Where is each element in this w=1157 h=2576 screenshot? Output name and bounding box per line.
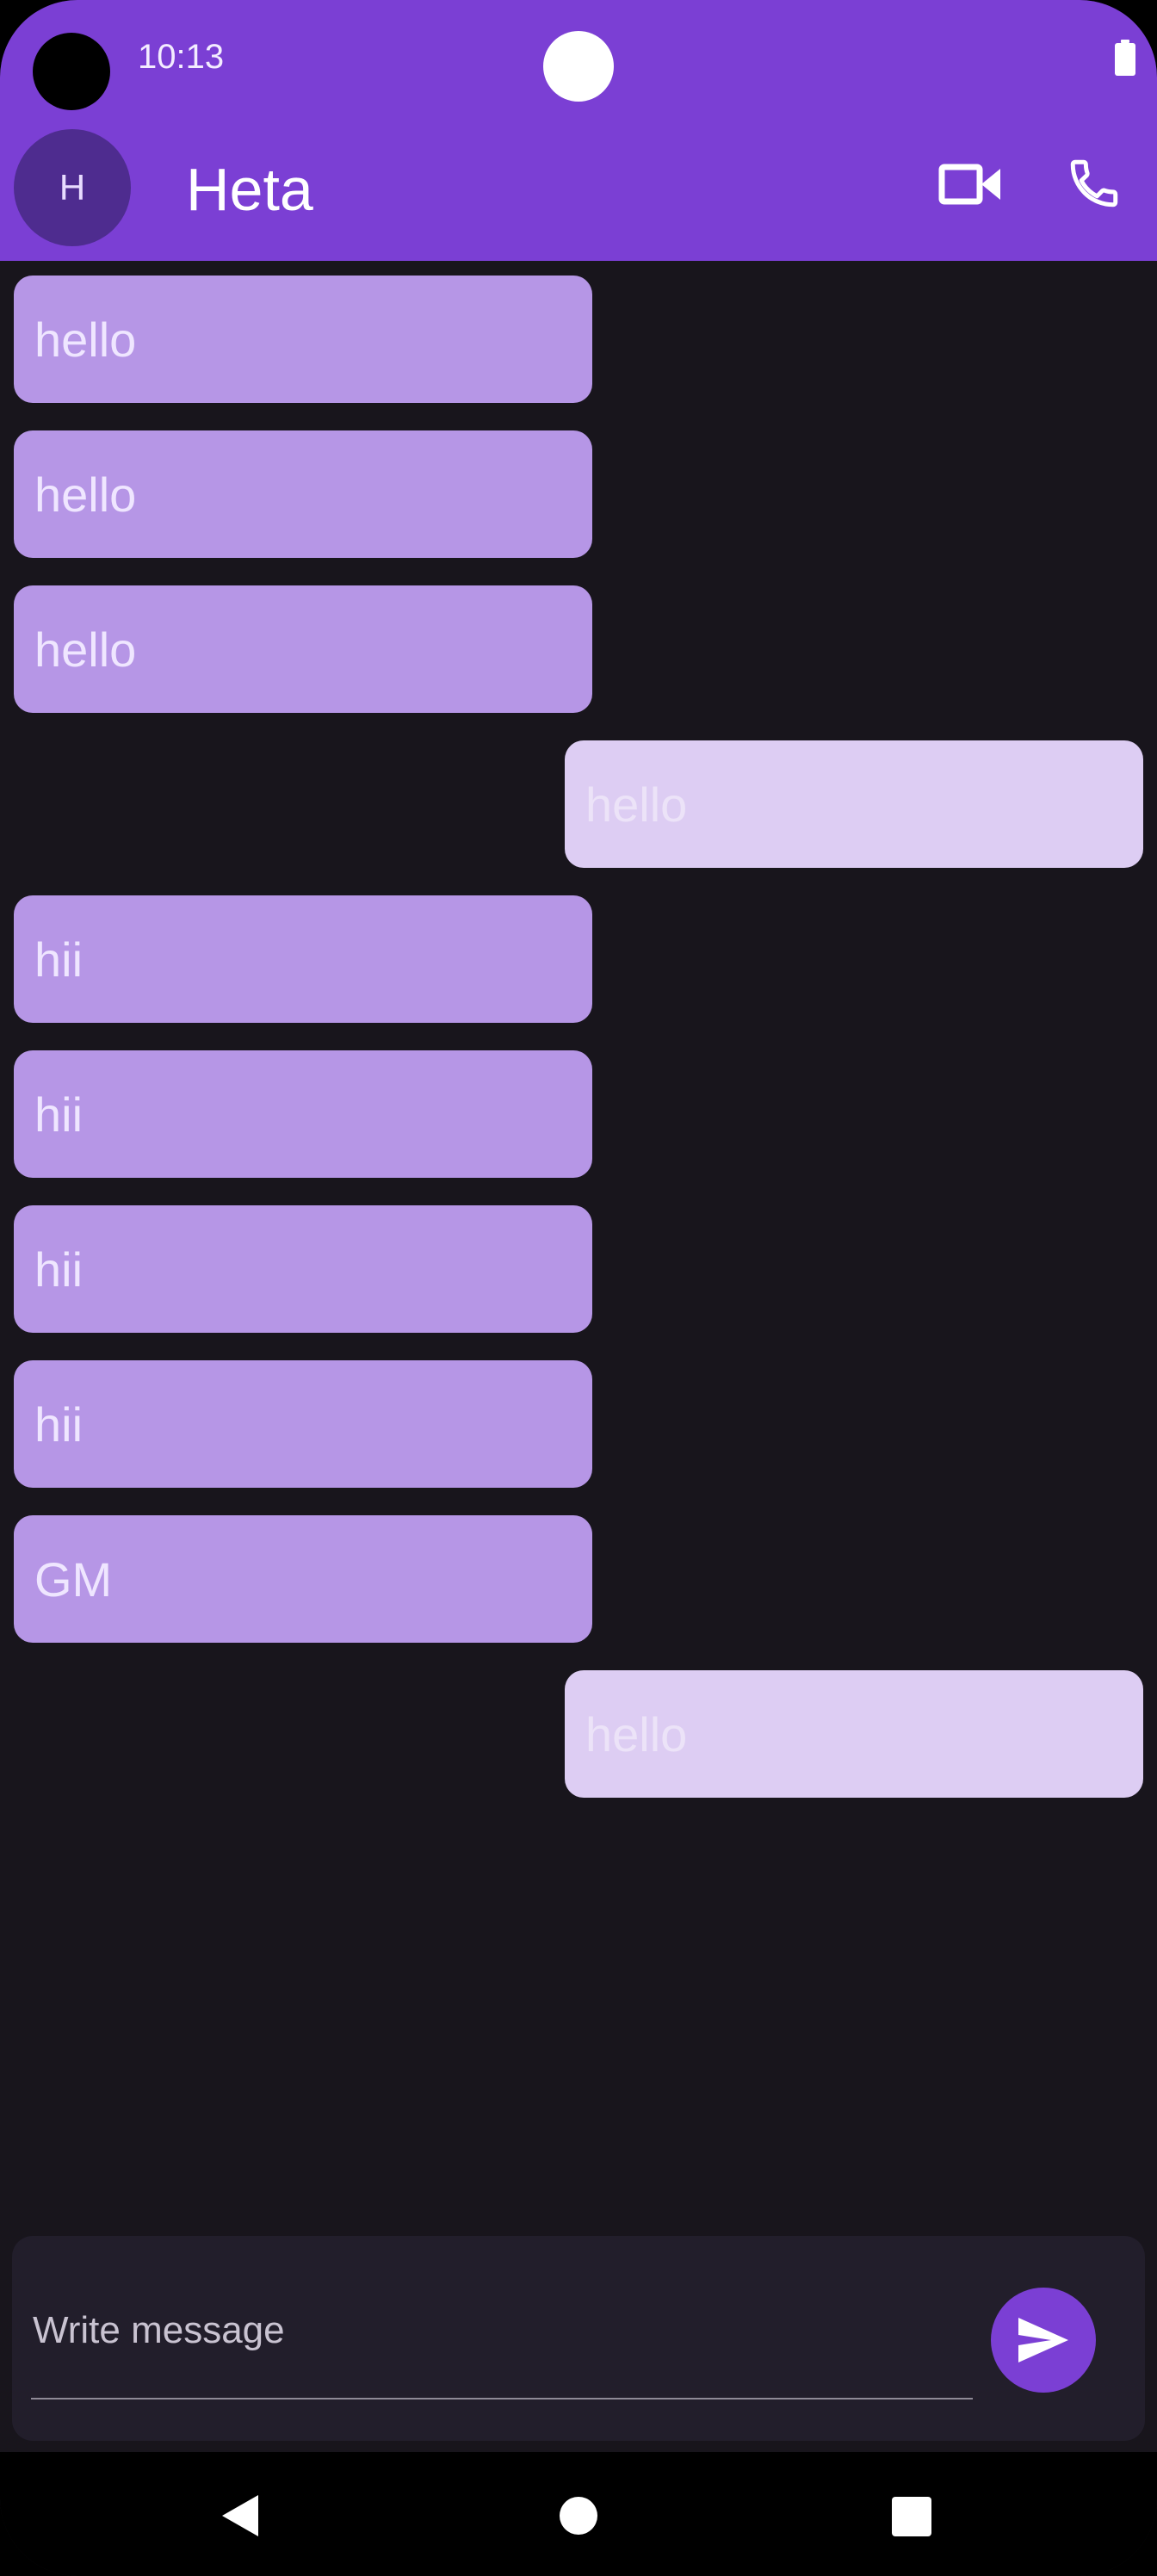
- camera-cutout: [33, 33, 110, 110]
- message-text: hii: [34, 1396, 84, 1452]
- system-navigation-bar: [0, 2452, 1157, 2576]
- message-text: GM: [34, 1551, 113, 1607]
- message-bubble-outgoing[interactable]: hello: [565, 1670, 1143, 1798]
- phone-screen: 10:13 H Heta hello hello hello hello hii…: [0, 0, 1157, 2576]
- message-bubble-incoming[interactable]: hello: [14, 585, 592, 713]
- message-bubble-incoming[interactable]: GM: [14, 1515, 592, 1643]
- message-text: hello: [34, 312, 137, 367]
- input-underline: [31, 2398, 973, 2400]
- send-button[interactable]: [991, 2288, 1096, 2393]
- header-area: 10:13 H Heta: [0, 0, 1157, 261]
- battery-icon: [1115, 40, 1135, 76]
- message-composer: [12, 2236, 1145, 2441]
- phone-call-icon[interactable]: [1066, 155, 1123, 212]
- send-icon: [1018, 2318, 1068, 2362]
- avatar[interactable]: H: [14, 129, 131, 246]
- message-bubble-incoming[interactable]: hello: [14, 276, 592, 403]
- message-text: hii: [34, 1242, 84, 1297]
- message-text: hello: [585, 777, 688, 832]
- status-time: 10:13: [138, 38, 225, 76]
- contact-name: Heta: [186, 156, 313, 223]
- message-bubble-incoming[interactable]: hii: [14, 1360, 592, 1488]
- message-bubble-incoming[interactable]: hii: [14, 1050, 592, 1178]
- message-bubble-incoming[interactable]: hii: [14, 1205, 592, 1333]
- home-icon[interactable]: [560, 2497, 597, 2535]
- message-bubble-incoming[interactable]: hii: [14, 895, 592, 1023]
- message-text: hello: [34, 467, 137, 522]
- status-bar: 10:13: [0, 0, 1157, 121]
- message-text: hii: [34, 1087, 84, 1142]
- message-text: hello: [34, 622, 137, 677]
- message-text: hii: [34, 932, 84, 987]
- avatar-initial: H: [59, 167, 86, 207]
- app-bar: H Heta: [0, 129, 1157, 250]
- message-list[interactable]: hello hello hello hello hii hii hii hii …: [0, 261, 1157, 2224]
- recents-icon[interactable]: [892, 2497, 931, 2536]
- message-input[interactable]: [31, 2293, 976, 2369]
- video-call-icon[interactable]: [938, 162, 1002, 207]
- message-bubble-incoming[interactable]: hello: [14, 430, 592, 558]
- back-icon[interactable]: [220, 2493, 260, 2538]
- notification-dot-icon: [543, 31, 614, 102]
- message-text: hello: [585, 1706, 688, 1762]
- message-bubble-outgoing[interactable]: hello: [565, 740, 1143, 868]
